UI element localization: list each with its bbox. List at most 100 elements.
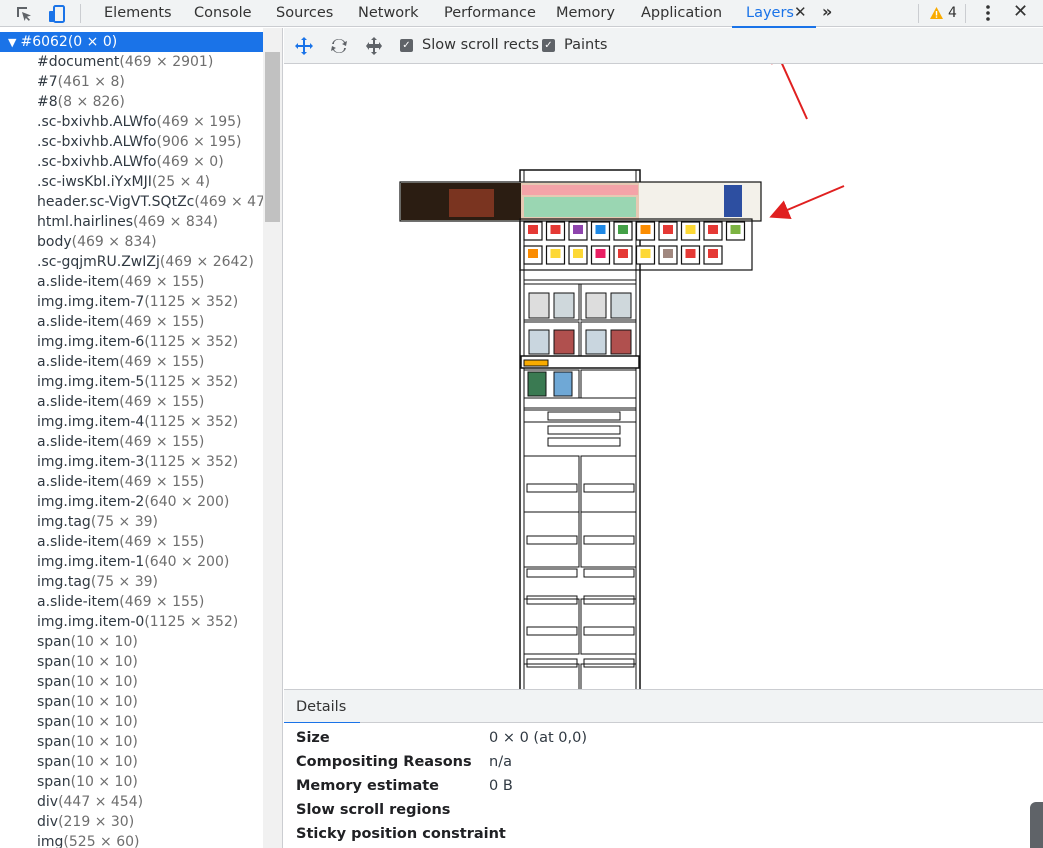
layer-tree-item[interactable]: span(10 × 10) bbox=[0, 732, 263, 752]
layer-tree-item[interactable]: img.img.item-3(1125 × 352) bbox=[0, 452, 263, 472]
slow-scroll-rects-checkbox[interactable]: ✓ bbox=[400, 39, 413, 52]
layer-rect bbox=[595, 225, 606, 234]
layer-rect bbox=[526, 483, 578, 493]
layer-size: (75 × 39) bbox=[90, 574, 159, 590]
tab-layers[interactable]: Layers bbox=[732, 0, 816, 28]
layer-tree-item[interactable]: a.slide-item(469 × 155) bbox=[0, 532, 263, 552]
layer-name: div bbox=[37, 814, 59, 830]
layer-size: (469 × 155) bbox=[119, 354, 205, 370]
rotate-mode-icon[interactable] bbox=[328, 36, 350, 56]
layer-tree-item[interactable]: img.tag(75 × 39) bbox=[0, 572, 263, 592]
layer-tree-item[interactable]: a.slide-item(469 × 155) bbox=[0, 312, 263, 332]
layer-tree-item[interactable]: a.slide-item(469 × 155) bbox=[0, 352, 263, 372]
layer-tree-item[interactable]: .sc-iwsKbI.iYxMJI(25 × 4) bbox=[0, 172, 263, 192]
paints-label[interactable]: Paints bbox=[564, 37, 607, 53]
paints-checkbox[interactable]: ✓ bbox=[542, 39, 555, 52]
layer-name: .sc-bxivhb.ALWfo bbox=[37, 154, 157, 170]
tab-console[interactable]: Console bbox=[194, 0, 252, 27]
layer-tree-item[interactable]: .sc-gqjmRU.ZwIZj(469 × 2642) bbox=[0, 252, 263, 272]
layer-tree-item[interactable]: .sc-bxivhb.ALWfo(906 × 195) bbox=[0, 132, 263, 152]
layer-tree-item[interactable]: img(525 × 60) bbox=[0, 832, 263, 848]
layer-tree-item[interactable]: a.slide-item(469 × 155) bbox=[0, 472, 263, 492]
pan-mode-icon[interactable] bbox=[293, 36, 315, 56]
tab-elements[interactable]: Elements bbox=[104, 0, 172, 27]
layer-size: (469 × 155) bbox=[119, 314, 205, 330]
layer-name: a.slide-item bbox=[37, 434, 120, 450]
layer-size: (469 × 47) bbox=[194, 194, 271, 210]
layer-tree: ▼ #6062(0 × 0) #document(469 × 2901) #7(461… bbox=[0, 28, 283, 848]
layer-tree-item[interactable]: span(10 × 10) bbox=[0, 652, 263, 672]
layer-size: (469 × 2901) bbox=[119, 54, 214, 70]
slow-scroll-rects-label[interactable]: Slow scroll rects bbox=[422, 37, 539, 53]
close-tab-icon[interactable]: ✕ bbox=[794, 0, 807, 27]
reset-transform-icon[interactable] bbox=[363, 36, 385, 56]
layer-name: img.tag bbox=[37, 514, 91, 530]
device-toolbar-icon[interactable] bbox=[42, 0, 72, 27]
layer-tree-item[interactable]: img.img.item-0(1125 × 352) bbox=[0, 612, 263, 632]
layer-name: .sc-bxivhb.ALWfo bbox=[37, 114, 157, 130]
close-devtools-button[interactable]: ✕ bbox=[1013, 1, 1028, 22]
layer-tree-item[interactable]: span(10 × 10) bbox=[0, 672, 263, 692]
layers-3d-viewport[interactable] bbox=[284, 64, 1043, 689]
layer-tree-item[interactable]: body(469 × 834) bbox=[0, 232, 263, 252]
layer-tree-item[interactable]: span(10 × 10) bbox=[0, 632, 263, 652]
layer-tree-item[interactable]: #8(8 × 826) bbox=[0, 92, 263, 112]
details-tab-bar: Details bbox=[283, 689, 1043, 724]
layer-name: span bbox=[37, 754, 71, 770]
divider bbox=[918, 4, 919, 23]
details-scrollbar[interactable] bbox=[1030, 802, 1043, 848]
layer-tree-item[interactable]: ▼ #6062(0 × 0) bbox=[0, 32, 263, 52]
layer-tree-item[interactable]: img.img.item-6(1125 × 352) bbox=[0, 332, 263, 352]
layer-tree-item[interactable]: .sc-bxivhb.ALWfo(469 × 195) bbox=[0, 112, 263, 132]
layer-rect bbox=[663, 225, 673, 234]
detail-value: 0 × 0 (at 0,0) bbox=[489, 730, 587, 746]
layer-tree-item[interactable]: img.img.item-5(1125 × 352) bbox=[0, 372, 263, 392]
layer-size: (469 × 155) bbox=[119, 394, 205, 410]
layer-rect bbox=[580, 663, 637, 689]
layer-rect bbox=[730, 225, 741, 234]
detail-value: 0 B bbox=[489, 778, 513, 794]
layer-rect bbox=[550, 249, 561, 258]
layer-rect bbox=[573, 225, 583, 234]
layer-tree-item[interactable]: span(10 × 10) bbox=[0, 692, 263, 712]
layer-tree-item[interactable]: div(447 × 454) bbox=[0, 792, 263, 812]
layer-tree-item[interactable]: img.img.item-1(640 × 200) bbox=[0, 552, 263, 572]
annotation-arrow bbox=[771, 64, 808, 120]
layer-rect bbox=[583, 626, 635, 636]
tab-details[interactable]: Details bbox=[283, 699, 361, 724]
layer-tree-item[interactable]: div(219 × 30) bbox=[0, 812, 263, 832]
tree-scrollbar-thumb[interactable] bbox=[265, 52, 280, 222]
tab-network[interactable]: Network bbox=[358, 0, 419, 27]
layer-rect bbox=[573, 249, 583, 258]
layer-tree-item[interactable]: html.hairlines(469 × 834) bbox=[0, 212, 263, 232]
layer-tree-item[interactable]: img.tag(75 × 39) bbox=[0, 512, 263, 532]
layer-tree-item[interactable]: img.img.item-4(1125 × 352) bbox=[0, 412, 263, 432]
layer-tree-item[interactable]: #7(461 × 8) bbox=[0, 72, 263, 92]
expand-triangle-icon[interactable]: ▼ bbox=[8, 36, 16, 49]
detail-key: Sticky position constraint bbox=[296, 826, 506, 842]
tab-memory[interactable]: Memory bbox=[556, 0, 615, 27]
layer-rect bbox=[526, 658, 578, 668]
layer-tree-item[interactable]: span(10 × 10) bbox=[0, 772, 263, 792]
layer-size: (25 × 4) bbox=[151, 174, 211, 190]
layer-tree-item[interactable]: #document(469 × 2901) bbox=[0, 52, 263, 72]
more-tabs-icon[interactable]: » bbox=[822, 0, 832, 27]
layer-rect bbox=[583, 595, 635, 605]
layer-tree-item[interactable]: a.slide-item(469 × 155) bbox=[0, 392, 263, 412]
more-options-icon[interactable] bbox=[980, 3, 996, 23]
layer-tree-item[interactable]: span(10 × 10) bbox=[0, 712, 263, 732]
layer-tree-item[interactable]: img.img.item-7(1125 × 352) bbox=[0, 292, 263, 312]
layer-tree-item[interactable]: .sc-bxivhb.ALWfo(469 × 0) bbox=[0, 152, 263, 172]
layer-tree-item[interactable]: span(10 × 10) bbox=[0, 752, 263, 772]
layer-tree-item[interactable]: a.slide-item(469 × 155) bbox=[0, 592, 263, 612]
tab-application[interactable]: Application bbox=[641, 0, 722, 27]
layer-tree-item[interactable]: img.img.item-2(640 × 200) bbox=[0, 492, 263, 512]
tab-performance[interactable]: Performance bbox=[444, 0, 536, 27]
inspect-element-icon[interactable] bbox=[9, 0, 39, 27]
layer-tree-item[interactable]: a.slide-item(469 × 155) bbox=[0, 432, 263, 452]
layer-tree-item[interactable]: a.slide-item(469 × 155) bbox=[0, 272, 263, 292]
layer-name: img.tag bbox=[37, 574, 91, 590]
tab-sources[interactable]: Sources bbox=[276, 0, 333, 27]
warnings-counter[interactable]: 4 bbox=[929, 4, 957, 22]
layer-tree-item[interactable]: header.sc-VigVT.SQtZc(469 × 47) bbox=[0, 192, 270, 212]
